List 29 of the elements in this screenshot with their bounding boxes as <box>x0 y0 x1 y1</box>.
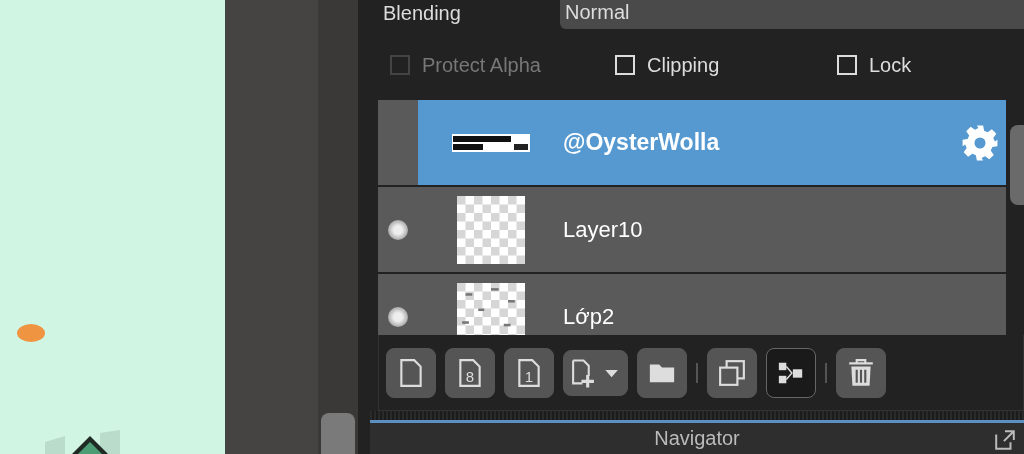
file-digit-button[interactable]: 1 <box>504 347 554 398</box>
splitter-bar[interactable] <box>370 411 1024 423</box>
file-icon: 8 <box>456 357 484 388</box>
visibility-toggle[interactable] <box>388 306 408 327</box>
add-menu-button[interactable] <box>563 349 628 396</box>
delete-button[interactable] <box>836 347 886 398</box>
merge-button[interactable] <box>766 347 816 398</box>
file-icon <box>397 357 425 388</box>
visibility-toggle[interactable] <box>388 219 408 240</box>
scrollbar-thumb[interactable] <box>321 413 355 454</box>
file-button[interactable] <box>386 347 436 398</box>
panel-title: Navigator <box>654 427 740 450</box>
layer-name: Lớp2 <box>563 303 616 330</box>
layer-name: @OysterWolla <box>563 129 721 156</box>
scrollbar-thumb[interactable] <box>1010 125 1024 205</box>
layer-name: Layer10 <box>563 216 644 243</box>
popout-icon[interactable] <box>994 429 1016 451</box>
blending-label: Blending <box>382 1 462 25</box>
copy-button[interactable] <box>707 347 757 398</box>
trash-icon <box>847 357 875 388</box>
checkbox-label: Protect Alpha <box>422 53 541 77</box>
checkbox-label: Lock <box>869 53 912 77</box>
file-icon: 1 <box>515 357 543 388</box>
copy-icon <box>718 357 746 388</box>
blending-dropdown[interactable]: Normal <box>560 0 1024 29</box>
file-digit-button[interactable]: 8 <box>445 347 495 398</box>
checkbox-label: Clipping <box>647 53 720 77</box>
folder-button[interactable] <box>637 347 687 398</box>
settings-icon[interactable] <box>961 123 999 162</box>
